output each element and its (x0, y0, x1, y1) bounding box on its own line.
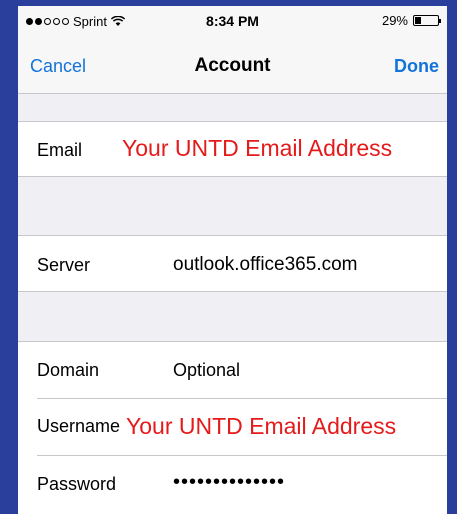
password-label: Password (37, 474, 117, 494)
email-label: Email (37, 140, 83, 160)
battery-status: 29% (381, 13, 441, 28)
username-row[interactable]: Username Your UNTD Email Address (18, 399, 447, 455)
password-field[interactable]: •••••••••••••• (173, 471, 285, 494)
credentials-group: Domain Optional Username Your UNTD Email… (18, 341, 447, 514)
navigation-bar: Cancel Account Done (18, 36, 447, 94)
email-annotation: Your UNTD Email Address (122, 135, 393, 161)
status-bar: Sprint 8:34 PM 29% (18, 6, 447, 36)
done-button[interactable]: Done (394, 56, 439, 77)
username-label: Username (37, 416, 121, 436)
page-title: Account (194, 55, 271, 76)
email-row[interactable]: Email Your UNTD Email Address (18, 121, 447, 177)
server-row[interactable]: Server outlook.office365.com (18, 235, 447, 292)
screenshot-frame: Sprint 8:34 PM 29% Cancel Account Done E… (0, 0, 457, 514)
battery-icon (413, 15, 441, 26)
phone-screen: Sprint 8:34 PM 29% Cancel Account Done E… (18, 6, 447, 514)
password-row[interactable]: Password •••••••••••••• (18, 456, 447, 514)
server-field[interactable]: outlook.office365.com (173, 254, 358, 276)
username-annotation: Your UNTD Email Address (126, 413, 397, 439)
domain-field[interactable]: Optional (173, 360, 240, 381)
domain-label: Domain (37, 360, 100, 380)
domain-row[interactable]: Domain Optional (18, 342, 447, 398)
server-label: Server (37, 255, 91, 275)
battery-percent: 29% (381, 13, 408, 28)
